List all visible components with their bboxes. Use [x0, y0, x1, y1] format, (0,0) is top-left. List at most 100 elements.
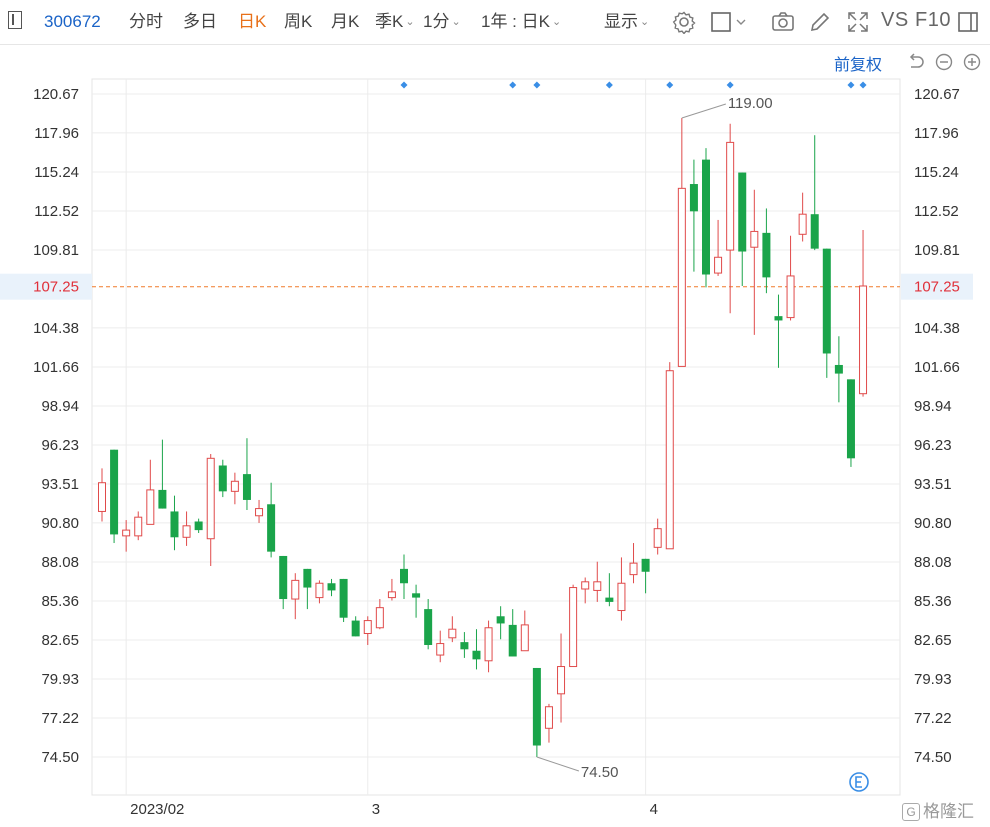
- candle-body: [484, 627, 493, 662]
- candle[interactable]: [339, 578, 348, 623]
- panel-toggle-icon[interactable]: [956, 10, 980, 34]
- y-tick-label-right: 96.23: [914, 437, 952, 454]
- candle-body: [508, 624, 517, 657]
- candle-body: [689, 184, 698, 212]
- range-select[interactable]: 1年 : 日K ⌄: [481, 10, 561, 34]
- candle-body: [774, 316, 783, 321]
- y-tick-label-right: 120.67: [914, 86, 960, 103]
- gear-icon[interactable]: [672, 10, 696, 34]
- candle-body: [255, 508, 264, 517]
- y-tick-label-left: 74.50: [41, 749, 79, 766]
- chevron-down-icon: ⌄: [640, 16, 650, 28]
- y-tick-label-left: 115.24: [34, 164, 79, 181]
- candle-body: [230, 480, 239, 492]
- chart-grid: [91, 78, 901, 796]
- candle-body: [387, 591, 396, 599]
- fullscreen-icon[interactable]: [846, 10, 870, 34]
- tab-weekly-k[interactable]: 周K: [284, 10, 312, 34]
- y-tick-label-left: 90.80: [41, 515, 79, 532]
- y-tick-label-right: 101.66: [914, 359, 960, 376]
- chevron-down-icon: ⌄: [451, 16, 461, 28]
- y-tick-label-right: 77.22: [914, 710, 952, 727]
- candle-body: [593, 581, 602, 591]
- x-axis: 2023/02 3 4: [130, 801, 658, 818]
- y-tick-label-right: 104.38: [914, 320, 960, 337]
- candle-body: [859, 285, 868, 395]
- camera-icon[interactable]: [771, 10, 795, 34]
- candle-body: [520, 624, 529, 652]
- candle-body: [810, 214, 819, 249]
- tab-intraday[interactable]: 分时: [129, 10, 163, 34]
- tab-monthly-k[interactable]: 月K: [331, 10, 359, 34]
- y-tick-label-right: 117.96: [914, 125, 959, 142]
- candle-body: [532, 667, 541, 746]
- y-tick-label-left: 88.08: [41, 554, 79, 571]
- candle-body: [641, 558, 650, 572]
- high-label: 119.00: [728, 95, 773, 112]
- y-tick-label-left: 85.36: [41, 593, 79, 610]
- y-tick-label-right: 82.65: [914, 632, 952, 649]
- candle-body: [786, 275, 795, 319]
- display-menu[interactable]: 显示 ⌄: [604, 10, 649, 34]
- candle-body: [315, 582, 324, 599]
- candle-body: [110, 449, 119, 535]
- candle-body: [291, 579, 300, 600]
- tab-1min[interactable]: 1分 ⌄: [423, 10, 461, 34]
- vs-button[interactable]: VS: [881, 9, 909, 32]
- candle-body: [122, 529, 131, 537]
- tab-daily-k[interactable]: 日K: [238, 10, 266, 34]
- chevron-down-icon: ⌄: [405, 16, 415, 28]
- candle[interactable]: [665, 362, 674, 550]
- plot-frame: [91, 78, 901, 796]
- candle-body: [303, 568, 312, 588]
- candle-body: [170, 511, 179, 538]
- candlestick-chart[interactable]: 120.67 117.96 115.24 112.52 109.81 107.25 104.…: [0, 44, 990, 827]
- f10-button[interactable]: F10: [915, 9, 951, 32]
- candle-body: [605, 597, 614, 602]
- pencil-icon[interactable]: [808, 10, 832, 34]
- candle-body: [242, 474, 251, 500]
- y-tick-label-left: 117.96: [34, 125, 79, 142]
- candle-body: [762, 232, 771, 278]
- stock-code: 300672: [44, 12, 101, 31]
- y-tick-label-right: 112.52: [914, 203, 959, 220]
- candle-body: [726, 141, 735, 251]
- chevron-down-icon: ⌄: [551, 16, 562, 28]
- candle-body: [702, 159, 710, 275]
- candle-body: [375, 607, 384, 629]
- y-tick-label-left: 112.52: [34, 203, 79, 220]
- color-select-icon[interactable]: [710, 10, 750, 34]
- y-tick-label-left: 98.94: [41, 398, 79, 415]
- current-price-tag-right: 107.25: [914, 279, 960, 296]
- tab-quarterly-k[interactable]: 季K ⌄: [375, 10, 415, 34]
- low-label: 74.50: [581, 764, 619, 781]
- candle[interactable]: [110, 449, 119, 544]
- candle-body: [134, 516, 143, 537]
- y-tick-label-right: 98.94: [914, 398, 952, 415]
- tab-multi-day[interactable]: 多日: [183, 10, 217, 34]
- candle[interactable]: [702, 148, 710, 288]
- x-tick-label: 2023/02: [130, 801, 184, 818]
- candle-body: [98, 482, 106, 512]
- candle-body: [279, 555, 288, 600]
- candle-body: [182, 525, 191, 538]
- candle-body: [460, 642, 469, 650]
- candle-body: [158, 489, 167, 509]
- candle[interactable]: [569, 584, 578, 668]
- y-tick-label-right: 88.08: [914, 554, 952, 571]
- candle-body: [146, 489, 155, 525]
- candle-body: [822, 248, 831, 354]
- watermark-logo: G 格隆汇: [902, 797, 974, 822]
- y-tick-label-right: 93.51: [914, 476, 952, 493]
- candle-body: [400, 568, 408, 584]
- sidebar-toggle-icon[interactable]: [8, 11, 22, 29]
- candle-body: [267, 504, 276, 552]
- candle-body: [665, 370, 674, 550]
- candle-body: [750, 230, 759, 248]
- current-price-tag-left: 107.25: [33, 279, 79, 296]
- candle[interactable]: [532, 667, 541, 757]
- candle[interactable]: [846, 379, 855, 467]
- candle-body: [194, 521, 203, 531]
- y-tick-label-left: 101.66: [33, 359, 79, 376]
- y-tick-label-left: 104.38: [33, 320, 79, 337]
